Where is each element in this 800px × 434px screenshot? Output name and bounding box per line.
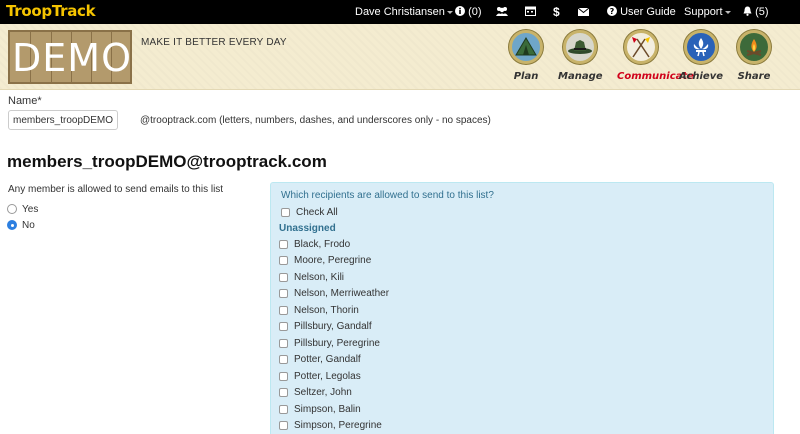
fleur-de-lis-icon xyxy=(684,30,718,64)
communicate-label: Communicate xyxy=(617,71,694,82)
communicate-badge[interactable]: Communicate xyxy=(617,30,694,90)
check-all-label: Check All xyxy=(296,206,338,218)
achieve-badge[interactable]: Achieve xyxy=(679,30,723,90)
member-name: Moore, Peregrine xyxy=(294,254,372,266)
list-item[interactable]: Simpson, Peregrine xyxy=(279,418,382,432)
bell-icon xyxy=(743,6,752,16)
top-nav-bar: TroopTrack Dave Christiansen (0) $ ? Use… xyxy=(0,0,800,24)
name-field-label: Name* xyxy=(8,95,42,107)
list-item[interactable]: Moore, Peregrine xyxy=(279,253,371,267)
info-count: (0) xyxy=(468,6,482,18)
plan-badge[interactable]: Plan xyxy=(504,30,548,90)
achieve-label: Achieve xyxy=(679,71,723,82)
name-input[interactable] xyxy=(8,110,118,130)
envelope-icon xyxy=(577,7,590,16)
users-icon xyxy=(496,7,508,16)
troop-name: DEMO xyxy=(12,36,132,80)
campfire-icon xyxy=(737,30,771,64)
share-label: Share xyxy=(737,71,771,82)
radio-button[interactable] xyxy=(7,204,17,214)
manage-badge[interactable]: Manage xyxy=(558,30,603,90)
member-name: Potter, Gandalf xyxy=(294,353,361,365)
member-checkbox[interactable] xyxy=(279,354,288,364)
list-item[interactable]: Seltzer, John xyxy=(279,385,352,399)
list-item[interactable]: Pillsbury, Peregrine xyxy=(279,336,380,350)
manage-label: Manage xyxy=(558,71,603,82)
question-icon: ? xyxy=(607,6,617,16)
list-item[interactable]: Nelson, Thorin xyxy=(279,303,359,317)
radio-option-yes[interactable]: Yes xyxy=(7,202,38,216)
calendar-icon xyxy=(525,6,536,16)
tagline: MAKE IT BETTER EVERY DAY xyxy=(141,37,287,48)
member-checkbox[interactable] xyxy=(279,404,288,414)
member-checkbox[interactable] xyxy=(279,305,288,315)
campaign-hat-icon xyxy=(563,30,597,64)
troop-banner: DEMO MAKE IT BETTER EVERY DAY Plan Manag… xyxy=(0,24,800,90)
radio-button-selected[interactable] xyxy=(7,220,17,230)
share-badge[interactable]: Share xyxy=(732,30,776,90)
member-checkbox[interactable] xyxy=(279,338,288,348)
user-menu[interactable]: Dave Christiansen xyxy=(355,0,453,24)
member-checkbox[interactable] xyxy=(279,371,288,381)
member-name: Simpson, Balin xyxy=(294,403,361,415)
list-item[interactable]: Nelson, Kili xyxy=(279,270,344,284)
member-name: Nelson, Thorin xyxy=(294,304,359,316)
member-checkbox[interactable] xyxy=(279,288,288,298)
member-name: Black, Frodo xyxy=(294,238,351,250)
list-item[interactable]: Potter, Gandalf xyxy=(279,352,361,366)
radio-option-no[interactable]: No xyxy=(7,218,35,232)
chevron-down-icon xyxy=(446,10,453,14)
member-checkbox[interactable] xyxy=(279,255,288,265)
list-item[interactable]: Black, Frodo xyxy=(279,237,350,251)
group-heading: Unassigned xyxy=(279,223,336,234)
troop-logo-board: DEMO xyxy=(8,30,132,84)
finance-menu[interactable]: $ xyxy=(553,0,560,24)
member-checkbox[interactable] xyxy=(279,321,288,331)
member-checkbox[interactable] xyxy=(279,387,288,397)
semaphore-flags-icon xyxy=(624,30,658,64)
list-email-address: members_troopDEMO@trooptrack.com xyxy=(7,152,327,171)
user-guide-link[interactable]: ? User Guide xyxy=(607,0,676,24)
check-all-row[interactable]: Check All xyxy=(281,205,338,219)
tent-icon xyxy=(509,30,543,64)
messages-menu[interactable] xyxy=(577,0,590,24)
user-menu-label: Dave Christiansen xyxy=(355,6,445,18)
radio-label: Yes xyxy=(22,203,39,215)
member-name: Simpson, Peregrine xyxy=(294,419,382,431)
list-item[interactable]: Nelson, Merriweather xyxy=(279,286,389,300)
member-checkbox[interactable] xyxy=(279,272,288,282)
user-guide-label: User Guide xyxy=(620,6,676,18)
recipients-panel: Which recipients are allowed to send to … xyxy=(270,182,774,434)
member-name: Pillsbury, Peregrine xyxy=(294,337,380,349)
member-name: Pillsbury, Gandalf xyxy=(294,320,372,332)
allow-members-label: Any member is allowed to send emails to … xyxy=(8,184,224,195)
info-menu[interactable]: (0) xyxy=(455,0,482,24)
list-item[interactable]: Pillsbury, Gandalf xyxy=(279,319,372,333)
svg-text:?: ? xyxy=(610,7,615,16)
member-name: Potter, Legolas xyxy=(294,370,361,382)
notifications-count: (5) xyxy=(755,6,769,18)
support-label: Support xyxy=(684,6,723,18)
member-name: Nelson, Kili xyxy=(294,271,345,283)
domain-hint: @trooptrack.com (letters, numbers, dashe… xyxy=(140,115,491,126)
notifications-menu[interactable]: (5) xyxy=(743,0,769,24)
member-checkbox[interactable] xyxy=(279,239,288,249)
list-item[interactable]: Potter, Legolas xyxy=(279,369,361,383)
plan-label: Plan xyxy=(513,71,539,82)
recipients-panel-title: Which recipients are allowed to send to … xyxy=(281,190,494,201)
people-menu[interactable] xyxy=(495,0,509,24)
list-item[interactable]: Simpson, Balin xyxy=(279,402,361,416)
member-name: Seltzer, John xyxy=(294,386,352,398)
dollar-icon: $ xyxy=(553,5,560,19)
chevron-down-icon xyxy=(724,10,731,14)
check-all-checkbox[interactable] xyxy=(281,207,290,217)
calendar-menu[interactable] xyxy=(525,0,536,24)
radio-label: No xyxy=(22,219,35,231)
member-name: Nelson, Merriweather xyxy=(294,287,390,299)
brand-logo[interactable]: TroopTrack xyxy=(6,2,96,20)
member-checkbox[interactable] xyxy=(279,420,288,430)
info-icon xyxy=(455,6,465,16)
support-menu[interactable]: Support xyxy=(684,0,731,24)
